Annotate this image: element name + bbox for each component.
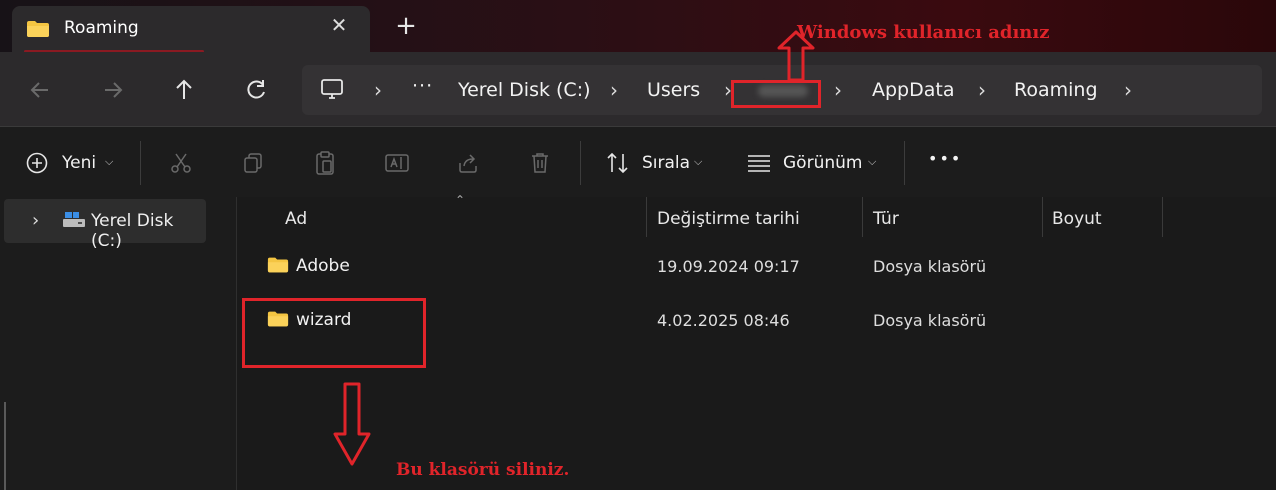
highlight-box-username	[731, 80, 821, 108]
sort-ascending-icon: ⌃	[455, 193, 466, 207]
view-icon[interactable]	[746, 153, 772, 173]
divider	[904, 141, 905, 185]
chevron-right-icon[interactable]: ›	[32, 210, 39, 231]
refresh-icon[interactable]	[242, 76, 270, 104]
plus-circle-icon[interactable]	[26, 152, 48, 174]
close-icon[interactable]: ✕	[328, 14, 350, 36]
breadcrumb-overflow[interactable]: ···	[412, 75, 433, 97]
new-button[interactable]: Yeni	[62, 153, 96, 173]
column-divider[interactable]	[646, 197, 647, 237]
highlight-box-wizard	[242, 298, 426, 368]
chevron-right-icon[interactable]: ›	[978, 78, 986, 102]
breadcrumb-local-disk[interactable]: Yerel Disk (C:)	[458, 79, 591, 101]
share-icon[interactable]	[456, 151, 480, 175]
table-row[interactable]: Adobe 19.09.2024 09:17 Dosya klasörü	[237, 249, 1267, 285]
chevron-right-icon[interactable]: ›	[834, 78, 842, 102]
annotation-username: Windows kullanıcı adınız	[797, 22, 1050, 43]
tab-title: Roaming	[64, 18, 139, 38]
chevron-down-icon[interactable]: ⌵	[105, 155, 113, 169]
divider	[580, 141, 581, 185]
folder-icon	[27, 21, 49, 37]
drive-icon	[63, 212, 85, 227]
chevron-down-icon[interactable]: ⌵	[868, 155, 876, 169]
paste-icon[interactable]	[313, 150, 337, 176]
chevron-right-icon[interactable]: ›	[374, 78, 382, 102]
column-divider[interactable]	[1042, 197, 1043, 237]
breadcrumb-users[interactable]: Users	[647, 79, 700, 101]
chevron-right-icon[interactable]: ›	[610, 78, 618, 102]
up-arrow-icon[interactable]	[170, 76, 198, 104]
copy-icon[interactable]	[241, 151, 265, 175]
breadcrumb-roaming[interactable]: Roaming	[1014, 79, 1098, 101]
more-options-icon[interactable]: •••	[928, 149, 962, 168]
divider	[140, 141, 141, 185]
file-type: Dosya klasörü	[873, 257, 987, 276]
delete-icon[interactable]	[529, 151, 551, 175]
column-divider[interactable]	[862, 197, 863, 237]
column-header-name[interactable]: Ad	[285, 209, 307, 229]
file-date: 4.02.2025 08:46	[657, 311, 790, 330]
computer-icon[interactable]	[320, 77, 344, 101]
column-header-date[interactable]: Değiştirme tarihi	[657, 209, 800, 229]
file-type: Dosya klasörü	[873, 311, 987, 330]
scrollbar[interactable]	[4, 402, 6, 490]
new-tab-button[interactable]: +	[394, 13, 418, 39]
chevron-down-icon[interactable]: ⌵	[694, 155, 702, 169]
arrow-down-annotation	[333, 382, 371, 466]
rename-icon[interactable]	[384, 151, 410, 175]
sort-icon[interactable]	[605, 151, 631, 175]
view-button[interactable]: Görünüm	[783, 153, 862, 173]
breadcrumb-appdata[interactable]: AppData	[872, 79, 955, 101]
file-date: 19.09.2024 09:17	[657, 257, 800, 276]
title-bar: Roaming ✕ +	[0, 0, 1276, 53]
folder-icon	[267, 257, 289, 273]
file-name: Adobe	[296, 256, 350, 276]
command-bar: Yeni ⌵ Sırala ⌵ Görünüm ⌵ •••	[0, 126, 1276, 198]
sidebar-item-local-disk[interactable]: › Yerel Disk (C:)	[4, 199, 206, 251]
column-header-type[interactable]: Tür	[873, 209, 899, 229]
column-divider[interactable]	[1162, 197, 1163, 237]
navigation-bar: › ··· Yerel Disk (C:) › Users › › AppDat…	[0, 52, 1276, 126]
sidebar-item-label: Yerel Disk (C:)	[91, 211, 174, 251]
column-header-size[interactable]: Boyut	[1052, 209, 1102, 229]
back-arrow-icon[interactable]	[26, 76, 54, 104]
tab-roaming[interactable]: Roaming ✕	[12, 6, 370, 53]
sort-button[interactable]: Sırala	[642, 153, 690, 173]
cut-icon[interactable]	[169, 151, 193, 175]
forward-arrow-icon[interactable]	[99, 76, 127, 104]
annotation-delete: Bu klasörü siliniz.	[396, 460, 570, 480]
chevron-right-icon[interactable]: ›	[1124, 78, 1132, 102]
navigation-pane: › Yerel Disk (C:)	[0, 197, 237, 490]
